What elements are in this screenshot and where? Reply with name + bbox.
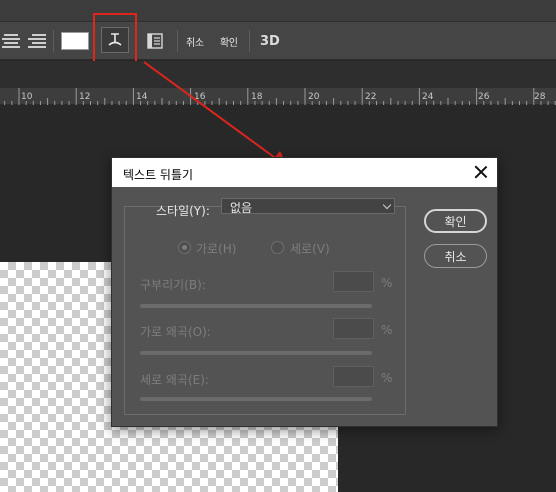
ruler-label: 18	[251, 92, 263, 102]
3d-button[interactable]: 3D	[260, 30, 280, 52]
character-panel-icon	[147, 33, 163, 49]
ruler-label: 16	[194, 92, 206, 102]
title-strip	[0, 0, 556, 22]
style-label: 스타일(Y):	[156, 204, 210, 218]
style-dropdown[interactable]: 없음	[221, 198, 395, 215]
horizontal-distortion-input[interactable]	[333, 318, 374, 339]
horizontal-ruler: 10 12 14 16 18 20 22 24 26 28	[0, 88, 556, 105]
toolbar-divider	[249, 30, 250, 52]
bend-label: 구부리기(B):	[140, 278, 206, 292]
vertical-distortion-label: 세로 왜곡(E):	[140, 373, 209, 387]
align-center-icon[interactable]	[2, 30, 20, 52]
text-color-swatch[interactable]	[61, 32, 89, 50]
horizontal-distortion-label: 가로 왜곡(O):	[140, 325, 211, 339]
toolbar-divider	[53, 30, 54, 52]
align-right-icon[interactable]	[28, 30, 46, 52]
ruler-label: 14	[136, 92, 148, 102]
ruler-label: 10	[21, 92, 33, 102]
dialog-titlebar[interactable]: 텍스트 뒤틀기	[112, 158, 497, 187]
horizontal-radio-label: 가로(H)	[196, 242, 237, 256]
toolbar-confirm-button[interactable]: 확인	[220, 30, 238, 52]
bend-input[interactable]	[333, 271, 374, 292]
options-toolbar: 취소 확인 3D	[0, 22, 556, 60]
cancel-button[interactable]: 취소	[424, 244, 487, 268]
toolbar-cancel-button[interactable]: 취소	[186, 30, 204, 52]
vertical-radio-label: 세로(V)	[290, 242, 330, 256]
ruler-label: 12	[79, 92, 91, 102]
document-tab-area	[0, 61, 556, 88]
horizontal-distortion-slider[interactable]	[140, 351, 372, 355]
ruler-label: 20	[308, 92, 320, 102]
bend-slider[interactable]	[140, 304, 372, 308]
horizontal-radio[interactable]	[178, 241, 191, 254]
vertical-distortion-percent: %	[381, 371, 393, 385]
warp-text-dialog: 텍스트 뒤틀기 스타일(Y): 없음 가로(H) 세로(V) 구부리기(B): …	[111, 157, 498, 427]
ok-button[interactable]: 확인	[424, 209, 487, 233]
vertical-distortion-slider[interactable]	[140, 397, 372, 401]
toolbar-divider	[177, 30, 178, 52]
character-panel-button[interactable]	[146, 30, 164, 52]
bend-percent: %	[381, 276, 393, 290]
warp-button-highlight	[93, 13, 137, 63]
close-icon[interactable]	[473, 164, 489, 180]
dialog-title: 텍스트 뒤틀기	[123, 168, 194, 182]
ruler-label: 26	[478, 92, 490, 102]
ruler-label: 24	[422, 92, 434, 102]
chevron-down-icon	[382, 200, 392, 210]
ruler-label: 28	[534, 92, 546, 102]
style-dropdown-value: 없음	[230, 201, 253, 215]
vertical-distortion-input[interactable]	[333, 366, 374, 387]
ruler-label: 22	[365, 92, 377, 102]
horizontal-distortion-percent: %	[381, 323, 393, 337]
vertical-radio[interactable]	[271, 241, 284, 254]
